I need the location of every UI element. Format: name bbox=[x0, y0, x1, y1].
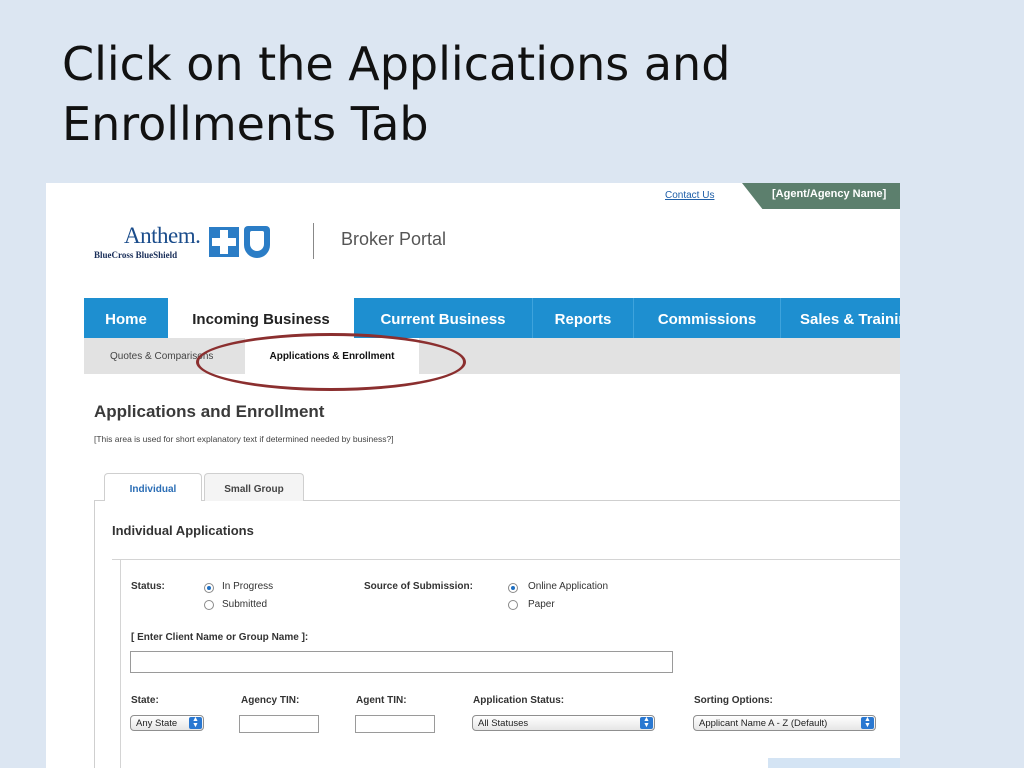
sorting-options-value: Applicant Name A - Z (Default) bbox=[699, 718, 828, 729]
anthem-logo: Anthem. BlueCross BlueShield bbox=[94, 223, 284, 269]
status-submitted-radio[interactable] bbox=[204, 600, 214, 610]
select-arrows-icon: ▲ ▼ bbox=[640, 716, 653, 729]
page-description: [This area is used for short explanatory… bbox=[94, 434, 394, 444]
screenshot-corner-accent bbox=[768, 758, 900, 768]
nav-sales-training[interactable]: Sales & Training bbox=[800, 298, 900, 338]
nav-separator bbox=[780, 298, 781, 338]
source-label: Source of Submission: bbox=[364, 581, 473, 592]
highlight-ellipse bbox=[196, 333, 466, 391]
slide-title: Click on the Applications and Enrollment… bbox=[62, 37, 731, 151]
status-submitted-label[interactable]: Submitted bbox=[222, 599, 267, 610]
panel-title: Individual Applications bbox=[112, 523, 254, 538]
header-divider bbox=[313, 223, 314, 259]
source-online-label[interactable]: Online Application bbox=[528, 581, 608, 592]
nav-incoming-business[interactable]: Incoming Business bbox=[168, 298, 354, 338]
agency-tin-input[interactable] bbox=[239, 715, 319, 733]
application-status-label: Application Status: bbox=[473, 695, 565, 706]
source-paper-label[interactable]: Paper bbox=[528, 599, 555, 610]
sorting-options-label: Sorting Options: bbox=[694, 695, 773, 706]
contact-us-link[interactable]: Contact Us bbox=[665, 190, 714, 201]
tab-small-group[interactable]: Small Group bbox=[204, 473, 304, 502]
agency-tin-label: Agency TIN: bbox=[241, 695, 300, 706]
nav-commissions[interactable]: Commissions bbox=[634, 298, 780, 338]
nav-current-business[interactable]: Current Business bbox=[354, 298, 532, 338]
tab-individual[interactable]: Individual bbox=[104, 473, 202, 503]
agent-name-tab[interactable]: [Agent/Agency Name] bbox=[742, 183, 900, 209]
state-label: State: bbox=[131, 695, 159, 706]
portal-title: Broker Portal bbox=[341, 229, 447, 249]
blue-shield-icon bbox=[244, 226, 270, 258]
application-status-select[interactable]: All Statuses ▲ ▼ bbox=[472, 715, 655, 731]
sorting-options-select[interactable]: Applicant Name A - Z (Default) ▲ ▼ bbox=[693, 715, 876, 731]
application-status-value: All Statuses bbox=[478, 718, 529, 729]
status-in-progress-label[interactable]: In Progress bbox=[222, 581, 273, 592]
source-online-radio[interactable] bbox=[508, 583, 518, 593]
blue-cross-icon bbox=[209, 227, 239, 257]
page-heading: Applications and Enrollment bbox=[94, 402, 325, 421]
nav-home[interactable]: Home bbox=[84, 298, 168, 338]
state-select-value: Any State bbox=[136, 718, 178, 729]
status-label: Status: bbox=[131, 581, 165, 592]
state-select[interactable]: Any State ▲ ▼ bbox=[130, 715, 204, 731]
agent-name-label: [Agent/Agency Name] bbox=[772, 188, 887, 200]
status-in-progress-radio[interactable] bbox=[204, 583, 214, 593]
select-arrows-icon: ▲ ▼ bbox=[861, 716, 874, 729]
agent-tin-label: Agent TIN: bbox=[356, 695, 407, 706]
select-arrows-icon: ▲ ▼ bbox=[189, 716, 202, 729]
logo-subtitle: BlueCross BlueShield bbox=[94, 250, 178, 260]
client-search-input[interactable] bbox=[130, 651, 673, 673]
client-search-label: [ Enter Client Name or Group Name ]: bbox=[131, 632, 309, 643]
logo-wordmark: Anthem. bbox=[124, 223, 201, 248]
broker-portal-screenshot: Contact Us [Agent/Agency Name] Anthem. B… bbox=[46, 183, 900, 768]
main-nav: Home Incoming Business Current Business … bbox=[84, 298, 900, 338]
nav-reports[interactable]: Reports bbox=[533, 298, 633, 338]
source-paper-radio[interactable] bbox=[508, 600, 518, 610]
agent-tin-input[interactable] bbox=[355, 715, 435, 733]
